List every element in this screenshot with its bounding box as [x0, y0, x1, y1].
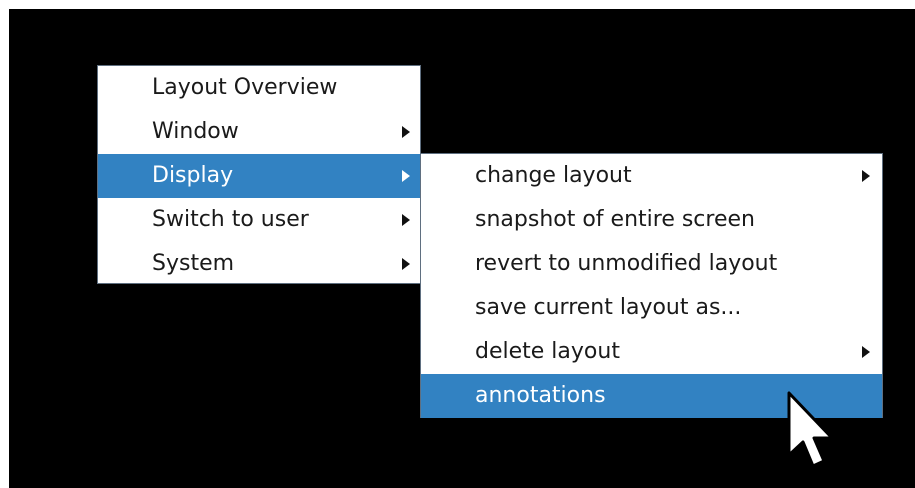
menu-item-label: annotations [475, 383, 606, 408]
main-context-menu: Layout Overview Window Display Switch to… [97, 65, 421, 284]
submenu-item-snapshot[interactable]: snapshot of entire screen [421, 198, 882, 242]
submenu-arrow-icon [402, 214, 410, 226]
submenu-arrow-icon [862, 170, 870, 182]
menu-item-window[interactable]: Window [98, 110, 420, 154]
submenu-item-change-layout[interactable]: change layout [421, 154, 882, 198]
menu-item-switch-to-user[interactable]: Switch to user [98, 198, 420, 242]
menu-item-label: Layout Overview [152, 75, 338, 100]
menu-item-layout-overview[interactable]: Layout Overview [98, 66, 420, 110]
submenu-arrow-icon [402, 258, 410, 270]
menu-item-label: delete layout [475, 339, 620, 364]
menu-item-label: Display [152, 163, 234, 188]
arrow-cursor-icon [787, 391, 834, 468]
menu-item-label: Window [152, 119, 239, 144]
menu-item-display[interactable]: Display [98, 154, 420, 198]
submenu-item-delete-layout[interactable]: delete layout [421, 330, 882, 374]
submenu-arrow-icon [402, 126, 410, 138]
menu-item-label: save current layout as... [475, 295, 742, 320]
menu-item-label: change layout [475, 163, 632, 188]
menu-item-label: revert to unmodified layout [475, 251, 778, 276]
menu-item-label: Switch to user [152, 207, 309, 232]
display-submenu: change layout snapshot of entire screen … [420, 153, 883, 418]
submenu-arrow-icon [862, 346, 870, 358]
menu-item-label: snapshot of entire screen [475, 207, 755, 232]
submenu-item-revert-layout[interactable]: revert to unmodified layout [421, 242, 882, 286]
submenu-arrow-icon [402, 170, 410, 182]
menu-item-system[interactable]: System [98, 242, 420, 286]
menu-item-label: System [152, 251, 235, 276]
submenu-item-save-layout-as[interactable]: save current layout as... [421, 286, 882, 330]
